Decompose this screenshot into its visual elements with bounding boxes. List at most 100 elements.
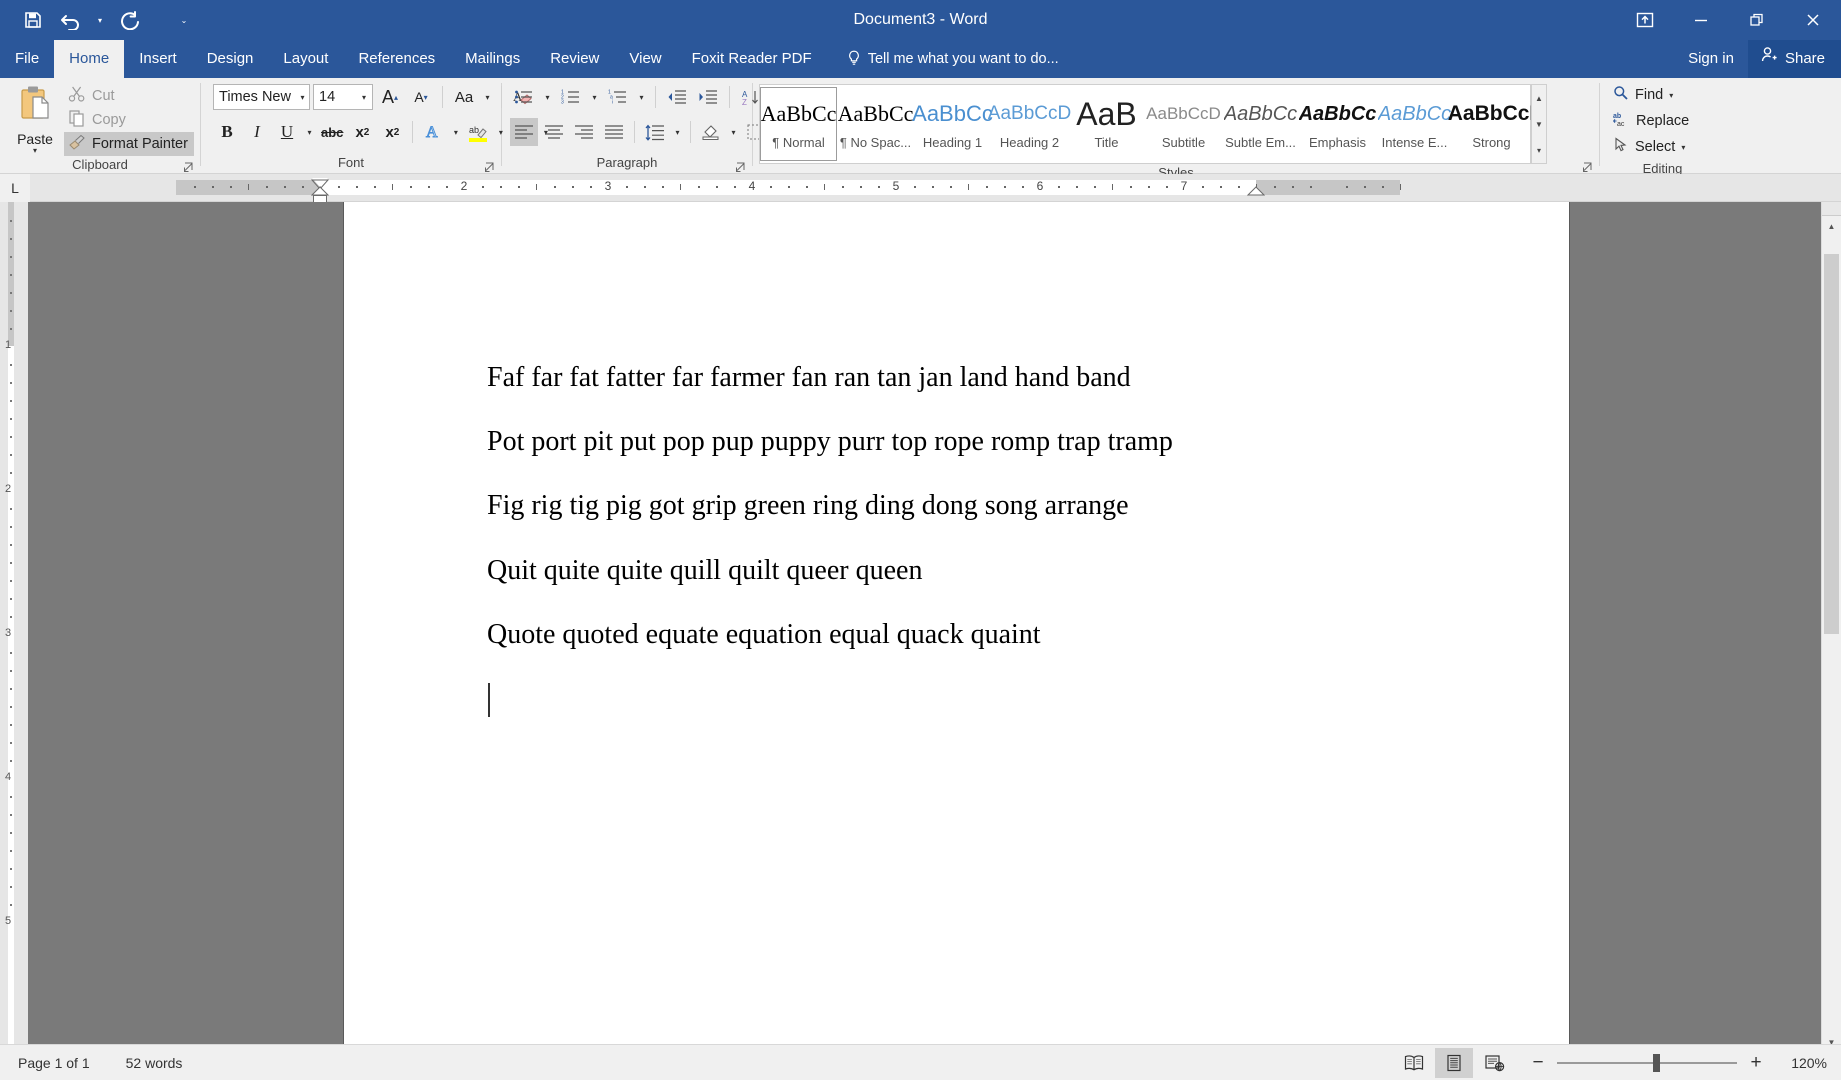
save-icon[interactable] xyxy=(16,5,50,35)
find-caret-icon[interactable]: ▾ xyxy=(1669,91,1673,100)
document-paragraph[interactable]: Fig rig tig pig got grip green ring ding… xyxy=(487,490,1487,522)
undo-icon[interactable] xyxy=(54,5,88,35)
select-caret-icon[interactable]: ▾ xyxy=(1681,143,1685,152)
paste-button[interactable]: Paste ▾ xyxy=(6,82,64,155)
numbering-icon[interactable]: 123 xyxy=(557,83,585,111)
subscript-icon[interactable]: x2 xyxy=(348,118,376,146)
align-center-icon[interactable] xyxy=(540,118,568,146)
close-icon[interactable] xyxy=(1785,0,1841,40)
tell-me-search[interactable]: Tell me what you want to do... xyxy=(827,40,1059,78)
numbering-caret-icon[interactable]: ▾ xyxy=(588,83,601,111)
style-heading-1[interactable]: AaBbCc Heading 1 xyxy=(912,87,993,161)
style-emphasis[interactable]: AaBbCc Emphasis xyxy=(1299,87,1377,161)
vertical-scrollbar[interactable]: ▲ ▼ xyxy=(1821,202,1841,1052)
cut-button[interactable]: Cut xyxy=(64,84,194,108)
zoom-slider-thumb[interactable] xyxy=(1653,1053,1660,1072)
tab-foxit-reader-pdf[interactable]: Foxit Reader PDF xyxy=(677,40,827,78)
tab-view[interactable]: View xyxy=(614,40,676,78)
style-subtle-emphasis[interactable]: AaBbCc Subtle Em... xyxy=(1222,87,1299,161)
style-strong[interactable]: AaBbCcI Strong xyxy=(1448,87,1536,161)
tab-layout[interactable]: Layout xyxy=(268,40,343,78)
split-window-handle[interactable] xyxy=(1822,202,1841,216)
vertical-ruler[interactable]: 1 2 3 4 5 xyxy=(0,202,28,1052)
font-size-input[interactable]: 14 ▾ xyxy=(313,84,373,110)
font-name-caret-icon[interactable]: ▾ xyxy=(296,93,309,102)
document-paragraph[interactable]: Quit quite quite quill quilt queer queen xyxy=(487,555,1487,587)
document-canvas[interactable]: Faf far fat fatter far farmer fan ran ta… xyxy=(28,202,1841,1052)
minimize-icon[interactable] xyxy=(1673,0,1729,40)
format-painter-button[interactable]: Format Painter xyxy=(64,132,194,156)
page-indicator[interactable]: Page 1 of 1 xyxy=(0,1055,100,1071)
tab-stop-selector[interactable]: L xyxy=(0,173,30,202)
zoom-level[interactable]: 120% xyxy=(1775,1055,1827,1071)
underline-caret-icon[interactable]: ▾ xyxy=(303,118,316,146)
justify-icon[interactable] xyxy=(600,118,628,146)
document-paragraph[interactable]: Pot port pit put pop pup puppy purr top … xyxy=(487,426,1487,458)
tab-references[interactable]: References xyxy=(343,40,450,78)
web-layout-icon[interactable] xyxy=(1475,1048,1513,1078)
shading-icon[interactable] xyxy=(697,118,725,146)
text-effects-caret-icon[interactable]: ▾ xyxy=(449,118,462,146)
text-effects-icon[interactable]: A xyxy=(419,118,447,146)
tab-review[interactable]: Review xyxy=(535,40,614,78)
font-name-input[interactable]: Times New Ro ▾ xyxy=(213,84,310,110)
styles-more-icon[interactable]: ▾ xyxy=(1532,137,1546,163)
shading-caret-icon[interactable]: ▾ xyxy=(727,118,740,146)
styles-scroll-down-icon[interactable]: ▼ xyxy=(1532,111,1546,137)
document-page[interactable]: Faf far fat fatter far farmer fan ran ta… xyxy=(344,202,1569,1047)
zoom-in-button[interactable]: + xyxy=(1747,1053,1765,1072)
document-text-body[interactable]: Faf far fat fatter far farmer fan ran ta… xyxy=(487,362,1487,717)
document-paragraph[interactable]: Quote quoted equate equation equal quack… xyxy=(487,619,1487,651)
line-spacing-icon[interactable] xyxy=(641,118,669,146)
sign-in-button[interactable]: Sign in xyxy=(1674,40,1748,78)
multilevel-list-caret-icon[interactable]: ▾ xyxy=(635,83,648,111)
horizontal-ruler[interactable]: 1234567 xyxy=(30,177,1841,203)
undo-dropdown-caret-icon[interactable]: ▾ xyxy=(92,5,108,35)
strikethrough-icon[interactable]: abc xyxy=(318,118,346,146)
font-dialog-launcher[interactable] xyxy=(484,160,496,172)
font-size-caret-icon[interactable]: ▾ xyxy=(356,93,372,102)
grow-font-icon[interactable]: A ▴ xyxy=(376,83,404,111)
ribbon-display-options-icon[interactable] xyxy=(1617,0,1673,40)
tab-file[interactable]: File xyxy=(0,40,54,78)
style-subtitle[interactable]: AaBbCcD Subtitle xyxy=(1145,87,1222,161)
decrease-indent-icon[interactable] xyxy=(663,83,691,111)
restore-icon[interactable] xyxy=(1729,0,1785,40)
tab-design[interactable]: Design xyxy=(192,40,269,78)
increase-indent-icon[interactable] xyxy=(694,83,722,111)
line-spacing-caret-icon[interactable]: ▾ xyxy=(671,118,684,146)
customize-quick-access-icon[interactable]: ⌄ xyxy=(176,5,192,35)
clipboard-dialog-launcher[interactable] xyxy=(183,160,195,172)
find-button[interactable]: Find ▾ xyxy=(1608,82,1694,108)
read-mode-icon[interactable] xyxy=(1395,1048,1433,1078)
text-highlight-color-icon[interactable]: ab xyxy=(464,118,492,146)
bold-icon[interactable]: B xyxy=(213,118,241,146)
redo-icon[interactable] xyxy=(112,5,146,35)
style-normal[interactable]: AaBbCc ¶ Normal xyxy=(760,87,837,161)
select-button[interactable]: Select ▾ xyxy=(1608,134,1694,160)
scroll-up-icon[interactable]: ▲ xyxy=(1822,216,1841,236)
shrink-font-icon[interactable]: A ▾ xyxy=(407,83,435,111)
paste-dropdown-caret-icon[interactable]: ▾ xyxy=(33,147,37,155)
replace-button[interactable]: ab ac Replace xyxy=(1608,108,1694,134)
style-no-spacing[interactable]: AaBbCc ¶ No Spac... xyxy=(837,87,914,161)
tab-home[interactable]: Home xyxy=(54,40,125,78)
zoom-out-button[interactable]: − xyxy=(1529,1053,1547,1072)
word-count[interactable]: 52 words xyxy=(100,1055,193,1071)
share-button[interactable]: Share xyxy=(1747,40,1841,78)
copy-button[interactable]: Copy xyxy=(64,108,194,132)
style-intense-emphasis[interactable]: AaBbCc Intense E... xyxy=(1376,87,1453,161)
tab-mailings[interactable]: Mailings xyxy=(450,40,535,78)
change-case-caret-icon[interactable]: ▾ xyxy=(481,83,494,111)
italic-icon[interactable]: I xyxy=(243,118,271,146)
style-heading-2[interactable]: AaBbCcD Heading 2 xyxy=(988,87,1071,161)
style-title[interactable]: AaB Title xyxy=(1068,87,1145,161)
styles-dialog-launcher[interactable] xyxy=(1582,160,1594,172)
scrollbar-thumb[interactable] xyxy=(1824,254,1839,634)
tab-insert[interactable]: Insert xyxy=(124,40,192,78)
align-right-icon[interactable] xyxy=(570,118,598,146)
zoom-slider-track[interactable] xyxy=(1557,1053,1737,1072)
bullets-icon[interactable] xyxy=(510,83,538,111)
align-left-icon[interactable] xyxy=(510,118,538,146)
superscript-icon[interactable]: x2 xyxy=(378,118,406,146)
